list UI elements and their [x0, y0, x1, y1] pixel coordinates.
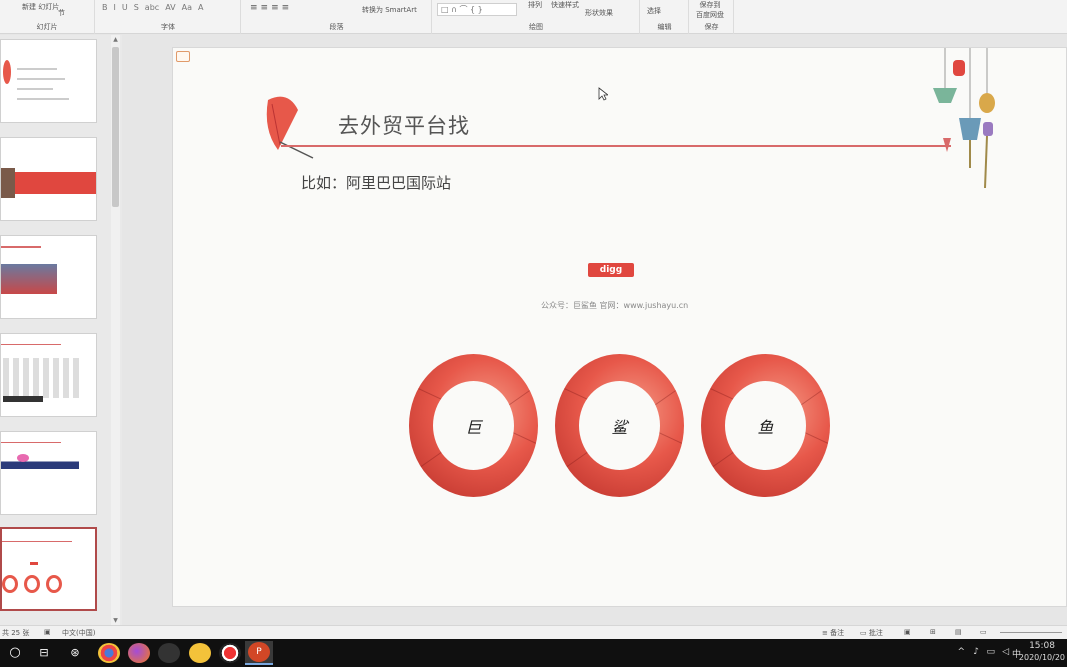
- slides-group-label: 幻灯片: [36, 23, 58, 31]
- comment-icon[interactable]: [176, 51, 190, 62]
- slide-subtitle[interactable]: 比如：阿里巴巴国际站: [301, 172, 451, 193]
- slide-thumbnail-current[interactable]: [0, 527, 97, 611]
- select-button[interactable]: 选择: [647, 6, 661, 16]
- arrange-button[interactable]: 排列: [528, 0, 542, 10]
- microphone-icon[interactable]: ♪: [973, 647, 979, 657]
- shapes-gallery[interactable]: □ ∩ ⌒ { }: [437, 3, 517, 16]
- thumbnail-scrollbar[interactable]: ▲ ▼: [111, 35, 120, 625]
- drawing-group-label: 绘图: [529, 23, 543, 31]
- char-spacing-button[interactable]: AV: [165, 3, 175, 12]
- save-group: 保存到 百度网盘 保存: [690, 0, 734, 34]
- slide-thumbnail[interactable]: [0, 137, 97, 221]
- clock-date[interactable]: 2020/10/20: [1019, 653, 1065, 662]
- comments-label: 批注: [868, 629, 883, 637]
- reading-view-icon[interactable]: ▤: [955, 628, 962, 636]
- shape-effects-button[interactable]: 形状效果: [585, 8, 613, 18]
- language-indicator[interactable]: 中文(中国): [62, 628, 95, 638]
- font-color-button[interactable]: A: [198, 3, 203, 12]
- slide-canvas[interactable]: 去外贸平台找 比如：阿里巴巴国际站 digg 公众号：巨鲨鱼 官网：www.ju…: [172, 47, 1067, 607]
- ring-graphic[interactable]: 鲨: [555, 354, 684, 497]
- convert-smartart-button[interactable]: 转换为 SmartArt: [362, 5, 417, 15]
- powerpoint-taskbar-button[interactable]: P: [245, 641, 273, 665]
- strikethrough-button[interactable]: abc: [145, 3, 159, 12]
- slide-thumbnail[interactable]: [0, 333, 97, 417]
- slide-caption[interactable]: 公众号：巨鲨鱼 官网：www.jushayu.cn: [541, 300, 688, 311]
- chrome-icon[interactable]: [98, 643, 120, 663]
- slide-thumbnail[interactable]: [0, 431, 97, 515]
- editing-group: 选择 编辑: [641, 0, 689, 34]
- umbrella-icon: [266, 96, 314, 159]
- status-bar: 共 25 张 ▣ 中文(中国) ≡ 备注 ▭ 批注 ▣ ⊞ ▤ ▭: [0, 625, 1067, 639]
- slide-count: 共 25 张: [2, 629, 30, 637]
- ring-label: 鱼: [757, 418, 774, 437]
- paragraph-group: ≡≡≡≡ 转换为 SmartArt 段落: [242, 0, 432, 34]
- font-format-buttons: B I U S abc AV Aa A: [102, 3, 203, 12]
- paragraph-group-label: 段落: [329, 23, 344, 31]
- slideshow-view-icon[interactable]: ▭: [980, 628, 987, 636]
- slide-thumbnail-pane: ▲ ▼: [0, 35, 122, 625]
- change-case-button[interactable]: Aa: [182, 3, 192, 12]
- slide-thumbnail[interactable]: [0, 39, 97, 123]
- slide-title[interactable]: 去外贸平台找: [338, 110, 470, 140]
- record-icon[interactable]: [219, 643, 241, 663]
- search-icon[interactable]: ○: [4, 643, 26, 663]
- section-button[interactable]: 节: [58, 8, 65, 18]
- spell-check-icon[interactable]: ▣: [44, 628, 51, 636]
- slides-group: 新建 幻灯片 节 幻灯片: [0, 0, 95, 34]
- volume-icon[interactable]: ◁: [1002, 647, 1009, 657]
- slide-thumbnail[interactable]: [0, 235, 97, 319]
- task-view-icon[interactable]: ⊟: [33, 643, 55, 663]
- ring-graphic[interactable]: 巨: [409, 354, 538, 497]
- windows-taskbar: ○ ⊟ ⊛ P ^ ♪ ▭ ◁ 中 15:08 2020/10/20: [0, 639, 1067, 667]
- ribbon: 新建 幻灯片 节 幻灯片 B I U S abc AV Aa A 字体 ≡≡≡≡…: [0, 0, 1067, 34]
- notes-button[interactable]: ≡ 备注: [822, 628, 844, 638]
- brand-logo: digg: [588, 263, 634, 277]
- save-group-label: 保存: [704, 23, 719, 31]
- comments-button[interactable]: ▭ 批注: [860, 628, 883, 638]
- green-app-icon[interactable]: [189, 643, 211, 663]
- dark-app-icon[interactable]: [158, 643, 180, 663]
- scroll-thumb[interactable]: [112, 47, 119, 207]
- underline-button[interactable]: U: [122, 3, 128, 12]
- tray-chevron-icon[interactable]: ^: [957, 647, 965, 657]
- drawing-group: □ ∩ ⌒ { } 排列 快速样式 形状效果 绘图: [433, 0, 640, 34]
- zoom-slider[interactable]: [1000, 632, 1062, 633]
- network-icon[interactable]: ▭: [986, 647, 995, 657]
- shadow-button[interactable]: S: [134, 3, 139, 12]
- firefox-icon[interactable]: [128, 643, 150, 663]
- ring-label: 鲨: [611, 418, 628, 437]
- powerpoint-icon: P: [248, 642, 270, 662]
- editing-group-label: 编辑: [657, 23, 672, 31]
- scroll-up-arrow-icon[interactable]: ▲: [111, 35, 120, 44]
- new-slide-button[interactable]: 新建 幻灯片: [22, 2, 59, 12]
- slide-sorter-view-icon[interactable]: ⊞: [930, 628, 936, 636]
- bold-button[interactable]: B: [102, 3, 108, 12]
- ring-label: 巨: [465, 418, 482, 437]
- app-icon[interactable]: ⊛: [64, 643, 86, 663]
- font-group-label: 字体: [161, 23, 175, 31]
- mouse-cursor-icon: [598, 87, 608, 101]
- wind-chime-decoration-icon: [933, 48, 995, 189]
- quick-styles-button[interactable]: 快速样式: [551, 0, 579, 10]
- slide-canvas-area: 去外贸平台找 比如：阿里巴巴国际站 digg 公众号：巨鲨鱼 官网：www.ju…: [122, 35, 1067, 625]
- clock-time[interactable]: 15:08: [1029, 641, 1055, 651]
- align-buttons[interactable]: ≡≡≡≡: [250, 3, 292, 13]
- title-divider: [281, 145, 951, 147]
- save-to-baidu-button[interactable]: 保存到 百度网盘: [696, 0, 724, 20]
- italic-button[interactable]: I: [114, 3, 116, 12]
- font-group: B I U S abc AV Aa A 字体: [96, 0, 241, 34]
- notes-label: 备注: [830, 629, 845, 637]
- normal-view-icon[interactable]: ▣: [904, 628, 911, 636]
- scroll-down-arrow-icon[interactable]: ▼: [111, 616, 120, 625]
- ring-graphic[interactable]: 鱼: [701, 354, 830, 497]
